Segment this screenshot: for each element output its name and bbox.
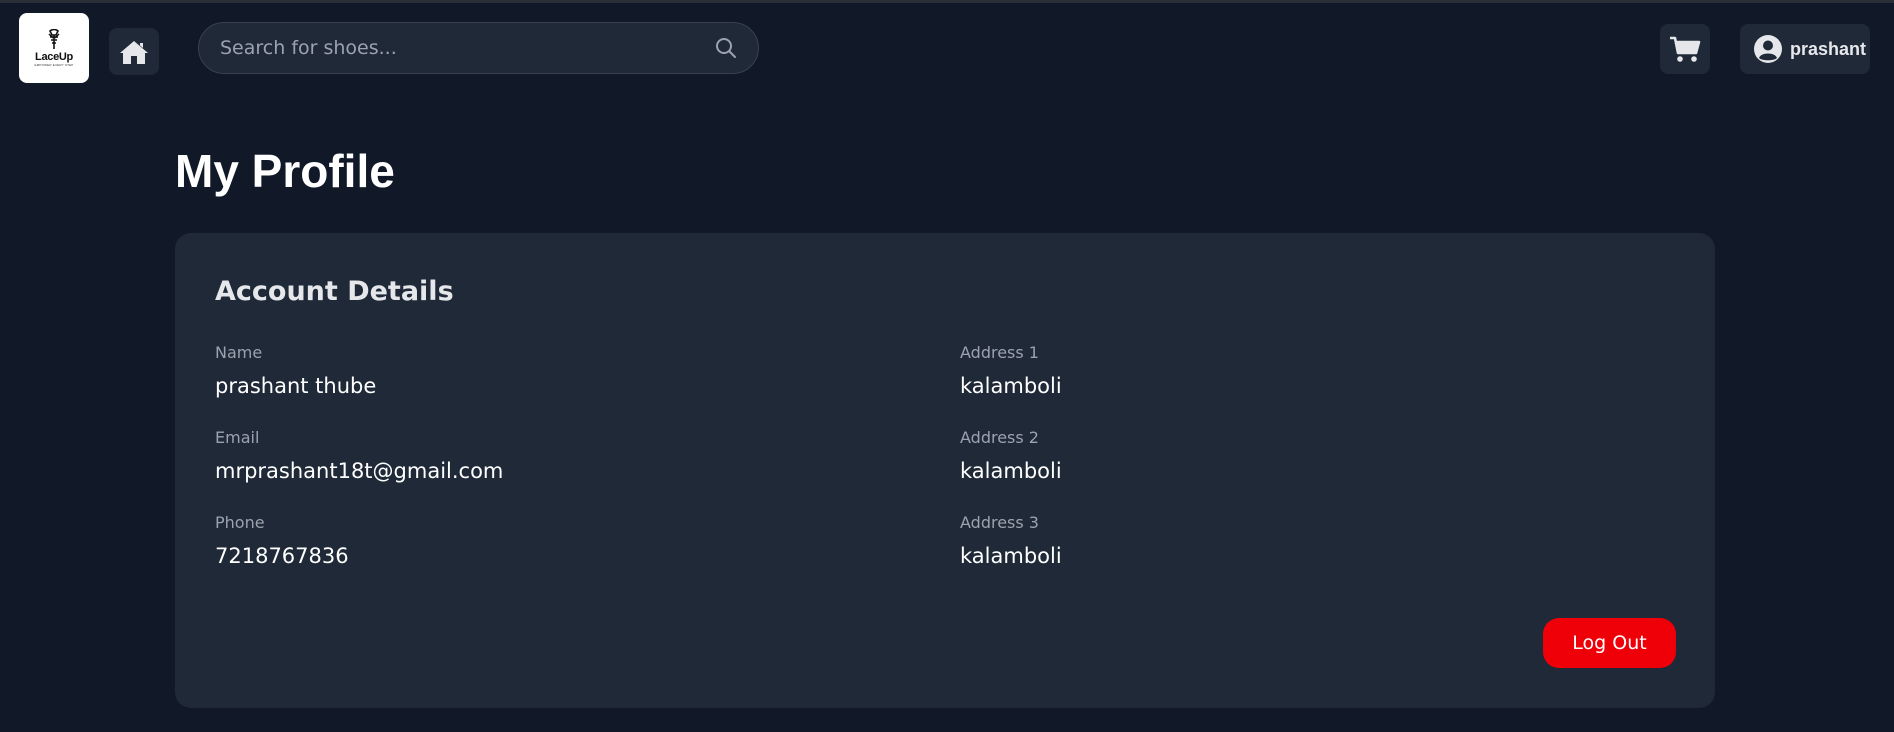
address-1-field: Address 1 kalamboli bbox=[960, 343, 1560, 428]
address-column: Address 1 kalamboli Address 2 kalamboli … bbox=[960, 343, 1560, 598]
field-label: Email bbox=[215, 428, 260, 447]
page-title: My Profile bbox=[175, 145, 395, 197]
cart-button[interactable] bbox=[1660, 24, 1710, 74]
user-menu-button[interactable]: prashant bbox=[1740, 24, 1870, 74]
field-value: kalamboli bbox=[960, 544, 1062, 568]
field-value: mrprashant18t@gmail.com bbox=[215, 459, 504, 483]
cart-icon bbox=[1670, 36, 1701, 62]
field-label: Address 1 bbox=[960, 343, 1039, 362]
name-field: Name prashant thube bbox=[215, 343, 815, 428]
field-label: Phone bbox=[215, 513, 265, 532]
field-label: Name bbox=[215, 343, 263, 362]
field-value: prashant thube bbox=[215, 374, 377, 398]
top-navbar: LaceUp EMPOWER EVERY STEP Search for sho… bbox=[0, 3, 1894, 95]
shoe-logo-icon bbox=[48, 29, 60, 49]
brand-tagline: EMPOWER EVERY STEP bbox=[34, 63, 74, 67]
address-2-field: Address 2 kalamboli bbox=[960, 428, 1560, 513]
search-input[interactable] bbox=[199, 23, 706, 73]
user-circle-icon bbox=[1754, 35, 1782, 63]
field-label: Address 3 bbox=[960, 513, 1039, 532]
phone-field: Phone 7218767836 bbox=[215, 513, 815, 598]
search-bar bbox=[198, 22, 759, 74]
search-icon[interactable] bbox=[706, 28, 746, 68]
field-label: Address 2 bbox=[960, 428, 1039, 447]
account-details-card: Account Details Name prashant thube Emai… bbox=[175, 233, 1715, 708]
home-icon bbox=[120, 40, 148, 64]
email-field: Email mrprashant18t@gmail.com bbox=[215, 428, 815, 513]
home-button[interactable] bbox=[109, 28, 159, 75]
field-value: 7218767836 bbox=[215, 544, 349, 568]
account-details-title: Account Details bbox=[215, 276, 454, 307]
user-name: prashant bbox=[1790, 38, 1867, 59]
address-3-field: Address 3 kalamboli bbox=[960, 513, 1560, 598]
brand-logo[interactable]: LaceUp EMPOWER EVERY STEP bbox=[19, 13, 89, 83]
personal-info-column: Name prashant thube Email mrprashant18t@… bbox=[215, 343, 815, 598]
field-value: kalamboli bbox=[960, 459, 1062, 483]
logout-button[interactable]: Log Out bbox=[1543, 618, 1676, 668]
brand-name: LaceUp bbox=[35, 51, 73, 63]
field-value: kalamboli bbox=[960, 374, 1062, 398]
